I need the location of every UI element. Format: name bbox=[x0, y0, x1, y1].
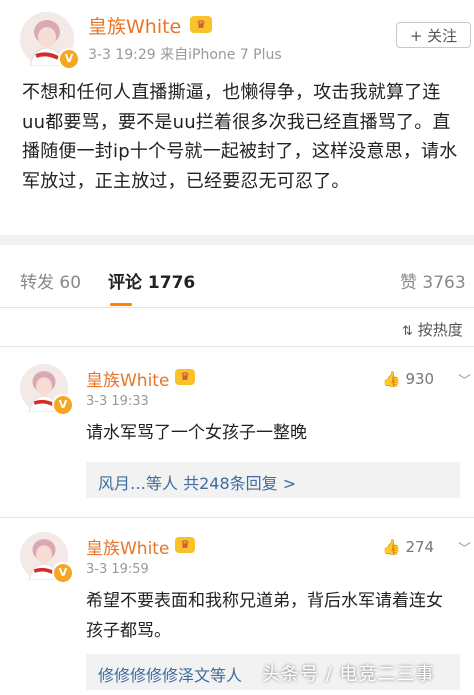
tab-comments[interactable]: 评论 1776 bbox=[108, 268, 195, 293]
active-tab-indicator bbox=[110, 303, 132, 306]
divider bbox=[0, 235, 474, 245]
comment-author[interactable]: 皇族White bbox=[86, 366, 169, 391]
reply-summary[interactable]: 风月…等人 共248条回复 > bbox=[86, 462, 460, 498]
comment-time: 3-3 19:33 bbox=[86, 394, 149, 409]
like-count: 274 bbox=[405, 538, 435, 556]
comment-author[interactable]: 皇族White bbox=[86, 534, 169, 559]
post-text: 不想和任何人直播撕逼，也懒得争，攻击我就算了连uu都要骂，要不是uu拦着很多次我… bbox=[22, 82, 458, 192]
post-author[interactable]: 皇族White bbox=[88, 12, 181, 39]
comment-time: 3-3 19:59 bbox=[86, 562, 149, 577]
follow-button[interactable]: + 关注 bbox=[396, 22, 471, 48]
sort-by-hot[interactable]: ⇅ 按热度 bbox=[402, 319, 463, 340]
reply-summary-text: 修修修修修泽文等人 bbox=[98, 666, 243, 685]
comment-text: 希望不要表面和我称兄道弟，背后水军请着连女孩子都骂。 bbox=[86, 591, 443, 641]
crown-icon: ♛ bbox=[175, 537, 195, 553]
avatar[interactable]: V bbox=[20, 12, 80, 70]
like-count: 930 bbox=[405, 370, 435, 388]
watermark: 头条号 / 电竞二三事 bbox=[262, 664, 435, 685]
tab-repost[interactable]: 转发 60 bbox=[20, 268, 81, 293]
sort-label: 按热度 bbox=[417, 321, 463, 339]
crown-icon: ♛ bbox=[190, 16, 212, 33]
like-button[interactable]: 👍 930 bbox=[382, 370, 434, 388]
divider bbox=[0, 517, 474, 518]
post-meta: 3-3 19:29 来自iPhone 7 Plus bbox=[88, 47, 282, 63]
like-button[interactable]: 👍 274 bbox=[382, 538, 434, 556]
sort-icon: ⇅ bbox=[402, 324, 413, 339]
thumb-up-icon: 👍 bbox=[382, 538, 401, 556]
tab-likes[interactable]: 赞 3763 bbox=[400, 268, 466, 293]
chevron-down-icon[interactable]: ﹀ bbox=[458, 370, 471, 389]
verified-badge-icon: V bbox=[52, 562, 74, 584]
verified-badge-icon: V bbox=[58, 48, 80, 70]
reply-summary-text: 风月…等人 共248条回复 > bbox=[98, 474, 297, 493]
comment-avatar[interactable]: V bbox=[20, 532, 74, 584]
thumb-up-icon: 👍 bbox=[382, 370, 401, 388]
comment-text: 请水军骂了一个女孩子一整晚 bbox=[86, 423, 307, 443]
comment-avatar[interactable]: V bbox=[20, 364, 74, 416]
divider bbox=[0, 346, 474, 347]
chevron-down-icon[interactable]: ﹀ bbox=[458, 538, 471, 557]
verified-badge-icon: V bbox=[52, 394, 74, 416]
crown-icon: ♛ bbox=[175, 369, 195, 385]
divider bbox=[0, 307, 474, 308]
